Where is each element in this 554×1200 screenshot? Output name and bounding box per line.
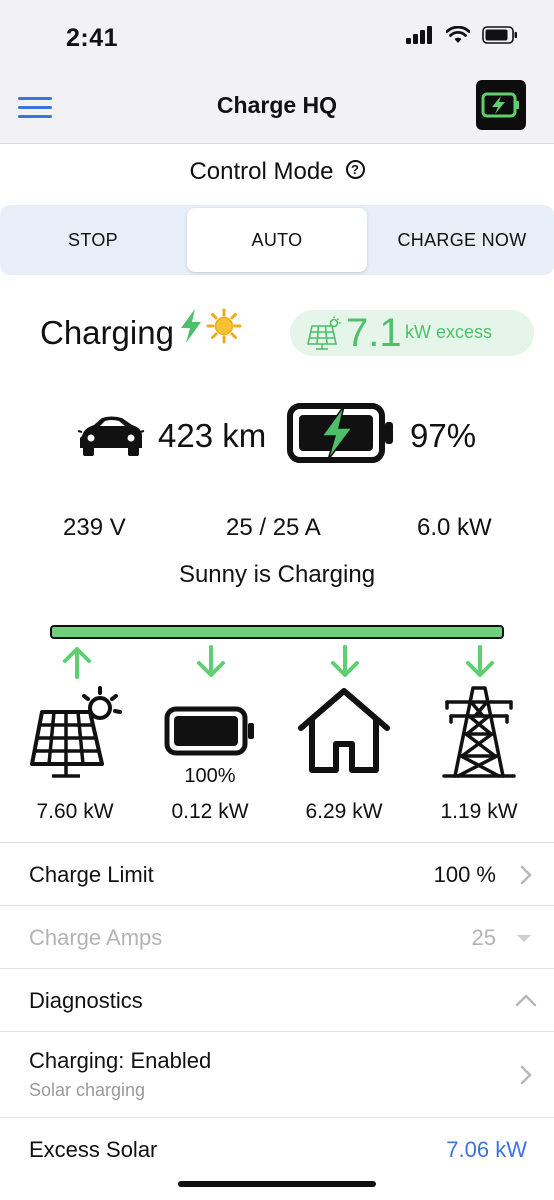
home-indicator[interactable] (178, 1181, 376, 1187)
app-logo-icon[interactable] (476, 80, 526, 130)
diagnostics-label: Diagnostics (29, 988, 143, 1013)
wifi-icon (446, 26, 470, 43)
vehicle-soc: 97% (410, 417, 477, 454)
solar-panel-sun-icon (30, 686, 122, 778)
arrow-down-icon (331, 645, 359, 677)
battery-icon (164, 706, 254, 756)
charge-amps-row[interactable]: Charge Amps 25 (0, 906, 554, 969)
home-battery-power-value: 0.12 kW (171, 800, 249, 823)
charging-enabled-subtitle: Solar charging (29, 1080, 146, 1100)
excess-solar-label: Excess Solar (29, 1137, 158, 1162)
excess-solar-badge: 7.1 kW excess (290, 310, 534, 356)
question-circle-icon[interactable]: ? (345, 160, 365, 179)
grid-power-value: 1.19 kW (440, 800, 518, 823)
chevron-right-icon (520, 1065, 532, 1085)
charge-amps-label: Charge Amps (29, 925, 163, 950)
control-mode-selector: STOP AUTO CHARGE NOW (0, 205, 554, 275)
charging-sub-status: Sunny is Charging (178, 561, 376, 588)
home-battery-level: 100% (184, 765, 236, 787)
chevron-up-icon (515, 994, 537, 1007)
mode-charge-now-button[interactable]: CHARGE NOW (370, 205, 554, 275)
page-title: Charge HQ (216, 92, 338, 118)
voltage-value: 239 V (63, 514, 126, 541)
charging-status: Charging (40, 314, 174, 351)
status-time: 2:41 (66, 24, 119, 52)
solar-panel-icon (307, 316, 341, 350)
charge-limit-label: Charge Limit (29, 862, 154, 887)
diagnostics-row[interactable]: Diagnostics (0, 969, 554, 1032)
status-bar: 2:41 (0, 0, 554, 70)
charge-limit-row[interactable]: Charge Limit 100 % (0, 843, 554, 906)
status-icons (406, 26, 518, 44)
vehicle-battery-icon (287, 403, 393, 463)
settings-list: Charge Limit 100 % Charge Amps 25 Diagno… (0, 842, 554, 1181)
status-battery-icon (482, 26, 517, 44)
mode-stop-button[interactable]: STOP (0, 205, 186, 275)
control-mode-title: Control Mode (189, 158, 334, 185)
power-value: 6.0 kW (417, 514, 492, 541)
arrow-up-icon (63, 647, 91, 679)
amps-value: 25 / 25 A (226, 514, 321, 541)
arrow-down-icon (197, 645, 225, 677)
power-pylon-icon (442, 686, 516, 778)
charging-status-icons (178, 308, 242, 344)
sun-icon (206, 308, 242, 344)
solar-power-value: 7.60 kW (36, 800, 114, 823)
excess-solar-row: Excess Solar 7.06 kW (0, 1118, 554, 1181)
charge-amps-value: 25 (471, 925, 496, 950)
charging-enabled-row[interactable]: Charging: Enabled Solar charging (0, 1032, 554, 1118)
excess-value: 7.1 (346, 311, 402, 355)
control-mode-header: Control Mode? (0, 158, 554, 186)
car-icon (77, 416, 145, 456)
house-power-value: 6.29 kW (305, 800, 383, 823)
lightning-icon (181, 309, 201, 343)
house-icon (298, 688, 390, 773)
caret-down-icon (517, 935, 531, 942)
signal-icon (406, 26, 432, 44)
arrow-down-icon (466, 645, 494, 677)
energy-flow-bar (50, 625, 504, 639)
vehicle-range: 423 km (158, 417, 267, 454)
excess-unit: kW excess (405, 322, 493, 342)
chevron-right-icon (520, 865, 532, 885)
excess-solar-value: 7.06 kW (446, 1137, 527, 1162)
charging-enabled-label: Charging: Enabled (29, 1048, 212, 1073)
nav-bar: Charge HQ (0, 70, 554, 144)
charge-limit-value: 100 % (433, 862, 496, 887)
mode-auto-button[interactable]: AUTO (187, 208, 367, 272)
